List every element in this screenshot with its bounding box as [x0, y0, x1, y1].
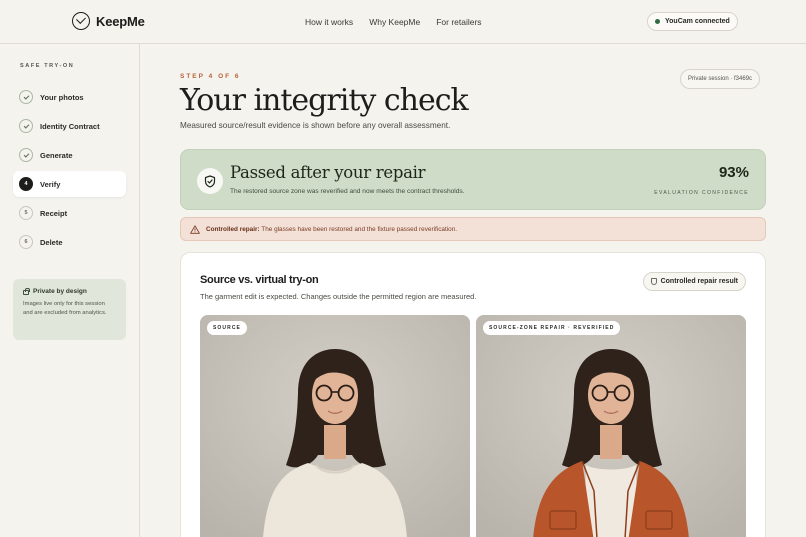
comparison-subtitle: The garment edit is expected. Changes ou… — [200, 292, 477, 301]
confidence-label: EVALUATION CONFIDENCE — [654, 190, 749, 196]
step-label: Delete — [40, 237, 63, 247]
status-dot-icon — [655, 19, 660, 24]
step-delete[interactable]: 6 Delete — [13, 229, 126, 255]
logo[interactable]: KeepMe — [72, 12, 145, 30]
source-label: SOURCE — [207, 321, 247, 335]
privacy-title-text: Private by design — [33, 288, 87, 295]
step-label: Identity Contract — [40, 121, 100, 131]
shield-check-icon — [197, 168, 223, 194]
step-label: Verify — [40, 179, 61, 189]
step-label: Receipt — [40, 208, 68, 218]
page-subtitle: Measured source/result evidence is shown… — [180, 121, 451, 130]
lock-icon — [23, 287, 30, 295]
result-title: Passed after your repair — [230, 163, 426, 182]
page-title: Your integrity check — [180, 83, 469, 118]
step-verify[interactable]: 4 Verify — [13, 171, 126, 197]
step-generate[interactable]: Generate — [13, 142, 126, 168]
privacy-title: Private by design — [23, 287, 116, 295]
result-description: The restored source zone was reverified … — [230, 188, 465, 195]
result-panel: Passed after your repair The restored so… — [180, 149, 766, 210]
step-receipt[interactable]: 5 Receipt — [13, 200, 126, 226]
check-icon — [19, 119, 33, 133]
nav-why-keepme[interactable]: Why KeepMe — [369, 17, 420, 27]
step-label: Generate — [40, 150, 73, 160]
check-icon — [19, 90, 33, 104]
alert-strong: Controlled repair: — [206, 225, 260, 233]
comparison-card: Source vs. virtual try-on The garment ed… — [180, 252, 766, 537]
repair-result-label: Controlled repair result — [660, 278, 738, 285]
nav-for-retailers[interactable]: For retailers — [436, 17, 481, 27]
comparison-title: Source vs. virtual try-on — [200, 274, 319, 286]
nav-how-it-works[interactable]: How it works — [305, 17, 353, 27]
step-your-photos[interactable]: Your photos — [13, 84, 126, 110]
alert-text: Controlled repair: The glasses have been… — [206, 226, 457, 233]
step-eyebrow: STEP 4 OF 6 — [180, 73, 241, 80]
top-bar: KeepMe How it works Why KeepMe For retai… — [0, 0, 806, 44]
repair-alert: Controlled repair: The glasses have been… — [180, 217, 766, 241]
session-badge: Private session · f3469c — [680, 69, 761, 89]
source-photo: SOURCE — [200, 315, 470, 537]
warning-icon — [190, 224, 200, 234]
step-number: 5 — [19, 206, 33, 220]
step-number: 4 — [19, 177, 33, 191]
main-nav: How it works Why KeepMe For retailers — [305, 17, 482, 27]
step-number: 6 — [19, 235, 33, 249]
step-identity-contract[interactable]: Identity Contract — [13, 113, 126, 139]
check-icon — [19, 148, 33, 162]
sidebar-heading: SAFE TRY-ON — [20, 63, 75, 69]
connection-label: YouCam connected — [665, 18, 730, 25]
step-label: Your photos — [40, 92, 84, 102]
confidence-value: 93% — [718, 164, 749, 181]
alert-body: The glasses have been restored and the f… — [261, 225, 458, 233]
logo-check-icon — [72, 12, 90, 30]
repair-result-button[interactable]: Controlled repair result — [642, 272, 746, 291]
logo-text: KeepMe — [96, 13, 145, 29]
result-label: SOURCE-ZONE REPAIR · REVERIFIED — [483, 321, 621, 335]
result-photo: SOURCE-ZONE REPAIR · REVERIFIED — [476, 315, 746, 537]
connection-status[interactable]: YouCam connected — [647, 12, 738, 31]
privacy-text: Images live only for this session and ar… — [23, 301, 107, 316]
shield-icon — [650, 278, 657, 285]
sidebar: SAFE TRY-ON Your photos Identity Contrac… — [0, 44, 140, 537]
privacy-card: Private by design Images live only for t… — [13, 279, 126, 340]
